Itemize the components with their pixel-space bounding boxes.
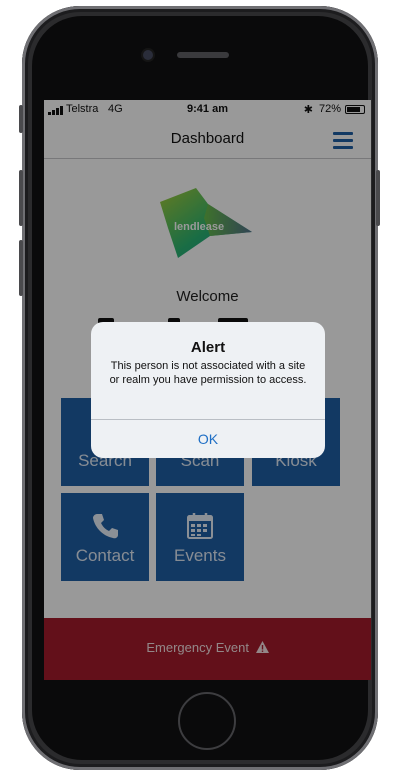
app-screen: Telstra 4G 9:41 am ✱ 72% Dashboard lendl… (44, 100, 371, 680)
mute-switch (19, 105, 23, 133)
alert-message: This person is not associated with a sit… (109, 360, 307, 386)
alert-title: Alert (190, 339, 226, 356)
earpiece-speaker (177, 52, 229, 58)
volume-down-button (19, 240, 23, 296)
ok-button[interactable]: OK (91, 420, 325, 458)
volume-up-button (19, 170, 23, 226)
home-button[interactable] (178, 692, 236, 750)
front-camera (143, 50, 153, 60)
power-button (376, 170, 380, 226)
alert-dialog: Alert This person is not associated with… (91, 322, 325, 458)
